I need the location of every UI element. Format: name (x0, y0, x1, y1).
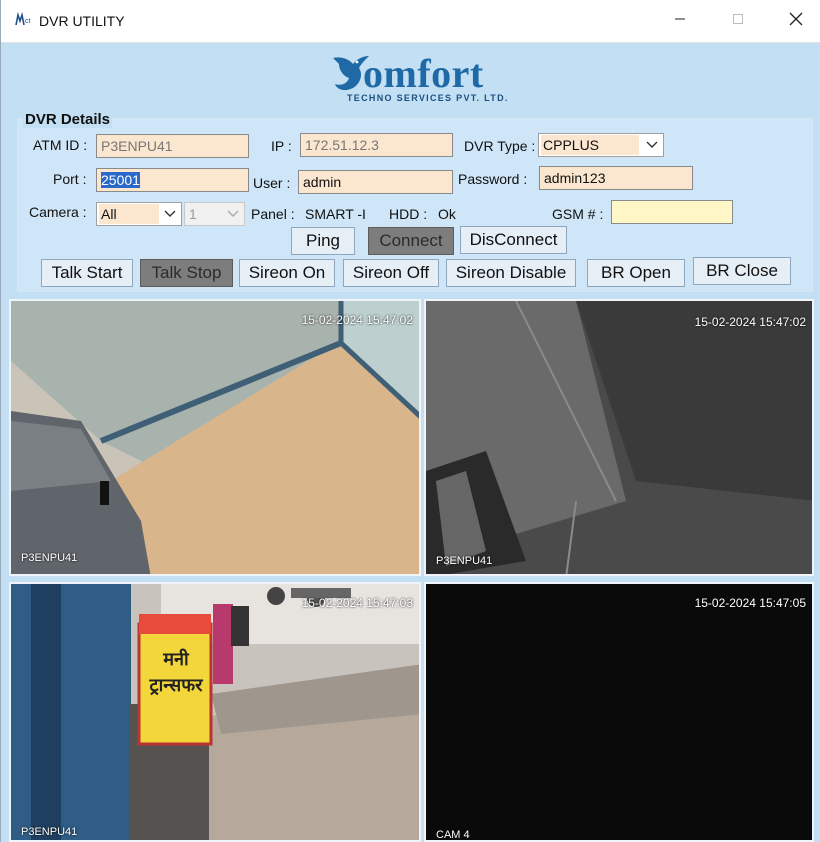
camera-1-label: P3ENPU41 (21, 552, 78, 564)
camera-view-4[interactable]: 15-02-2024 15:47:05 CAM 4 (424, 582, 814, 842)
channel-select[interactable]: 1 (184, 202, 245, 226)
app-icon: ct (15, 11, 33, 28)
panel-value: SMART -I (305, 206, 366, 222)
gsm-field[interactable] (611, 200, 733, 224)
password-field[interactable]: admin123 (539, 166, 693, 190)
chevron-down-icon (643, 135, 661, 155)
camera-label: Camera : (29, 204, 87, 220)
logo-wordmark: omfort (363, 51, 484, 96)
ip-label: IP : (271, 138, 292, 154)
camera-2-feed (426, 301, 812, 574)
minimize-button[interactable] (657, 6, 703, 36)
channel-value: 1 (189, 206, 197, 222)
port-label: Port : (53, 171, 87, 187)
camera-3-feed (11, 584, 419, 840)
user-label: User : (253, 175, 291, 191)
camera-2-label: P3ENPU41 (436, 555, 493, 567)
camera-4-label: CAM 4 (436, 829, 470, 841)
port-field[interactable]: 25001 (96, 168, 249, 192)
camera-3-sign-text: मनी ट्रान्सफर (149, 649, 203, 695)
camera-2-timestamp: 15-02-2024 15:47:02 (694, 315, 806, 329)
ip-field[interactable]: 172.51.12.3 (300, 133, 453, 157)
talk-start-button[interactable]: Talk Start (41, 259, 133, 287)
br-close-button[interactable]: BR Close (693, 257, 791, 285)
sireon-off-button[interactable]: Sireon Off (343, 259, 439, 287)
panel-label: Panel : (251, 206, 295, 222)
gsm-label: GSM # : (552, 206, 604, 222)
dvr-utility-window: ct DVR UTILITY omfort TECHNO SERVICES PV… (0, 0, 820, 842)
camera-4-timestamp: 15-02-2024 15:47:05 (694, 596, 806, 610)
camera-3-timestamp: 15-02-2024 15:47:03 (301, 596, 413, 610)
close-icon (789, 12, 803, 31)
maximize-icon (732, 12, 744, 30)
sireon-on-button[interactable]: Sireon On (239, 259, 335, 287)
camera-view-2[interactable]: 15-02-2024 15:47:02 P3ENPU41 (424, 299, 814, 576)
atm-id-label: ATM ID : (33, 137, 88, 153)
camera-view-3[interactable]: मनी ट्रान्सफर 15-02-2024 15:47:03 P3ENPU… (9, 582, 421, 842)
company-logo: omfort TECHNO SERVICES PVT. LTD. (321, 48, 521, 106)
dvr-type-select[interactable]: CPPLUS (538, 133, 664, 157)
camera-1-feed (11, 301, 419, 574)
dvr-details-label: DVR Details (23, 111, 113, 128)
hdd-value: Ok (438, 206, 456, 222)
camera-3-label: P3ENPU41 (21, 826, 78, 838)
dvr-type-value: CPPLUS (541, 135, 639, 155)
camera-1-timestamp: 15-02-2024 15:47:02 (301, 313, 413, 327)
dvr-type-label: DVR Type : (464, 138, 536, 154)
camera-value: All (99, 204, 159, 224)
svg-text:ct: ct (25, 18, 31, 25)
talk-stop-button[interactable]: Talk Stop (140, 259, 233, 287)
connect-button[interactable]: Connect (368, 227, 454, 255)
chevron-down-icon (224, 204, 242, 224)
atm-id-field[interactable]: P3ENPU41 (96, 134, 249, 158)
port-value: 25001 (101, 172, 140, 188)
br-open-button[interactable]: BR Open (587, 259, 685, 287)
logo-subtitle: TECHNO SERVICES PVT. LTD. (347, 93, 509, 103)
password-label: Password : (458, 171, 528, 187)
window-title: DVR UTILITY (39, 13, 125, 29)
sireon-disable-button[interactable]: Sireon Disable (446, 259, 576, 287)
title-bar: ct DVR UTILITY (1, 0, 820, 43)
user-field[interactable]: admin (298, 170, 453, 194)
camera-view-1[interactable]: 15-02-2024 15:47:02 P3ENPU41 (9, 299, 421, 576)
maximize-button[interactable] (715, 6, 761, 36)
camera-select[interactable]: All (96, 202, 182, 226)
disconnect-button[interactable]: DisConnect (460, 226, 567, 254)
ping-button[interactable]: Ping (291, 227, 355, 255)
camera-4-feed (426, 584, 812, 840)
hdd-label: HDD : (389, 206, 428, 222)
chevron-down-icon (161, 204, 179, 224)
close-button[interactable] (773, 6, 819, 36)
minimize-icon (674, 12, 686, 30)
